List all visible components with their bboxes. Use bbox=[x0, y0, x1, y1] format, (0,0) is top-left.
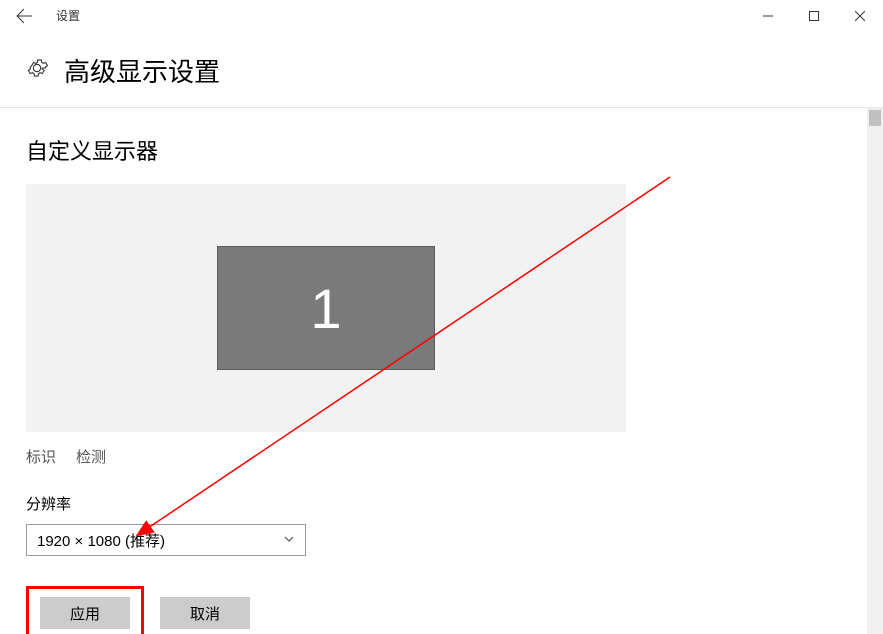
chevron-down-icon bbox=[283, 532, 295, 549]
section-title: 自定义显示器 bbox=[26, 134, 857, 166]
apply-button[interactable]: 应用 bbox=[40, 597, 130, 629]
maximize-button[interactable] bbox=[791, 0, 837, 32]
detect-link[interactable]: 检测 bbox=[76, 446, 106, 467]
resolution-select[interactable]: 1920 × 1080 (推荐) bbox=[26, 524, 306, 556]
scrollbar-track[interactable] bbox=[867, 108, 883, 634]
page-header: 高级显示设置 bbox=[0, 32, 883, 107]
monitor-tile[interactable]: 1 bbox=[217, 246, 435, 370]
back-button[interactable] bbox=[0, 0, 48, 32]
scrollbar-thumb[interactable] bbox=[869, 110, 881, 126]
resolution-label: 分辨率 bbox=[26, 493, 857, 514]
app-title: 设置 bbox=[56, 7, 80, 24]
monitor-number: 1 bbox=[310, 276, 341, 341]
cancel-button[interactable]: 取消 bbox=[160, 597, 250, 629]
button-row: 应用 取消 bbox=[26, 586, 857, 634]
gear-icon bbox=[26, 57, 48, 84]
back-arrow-icon bbox=[16, 8, 32, 24]
page-title: 高级显示设置 bbox=[64, 52, 220, 89]
minimize-button[interactable] bbox=[745, 0, 791, 32]
content-area: 自定义显示器 1 标识 检测 分辨率 1920 × 1080 (推荐) 应用 取… bbox=[0, 108, 883, 634]
identify-link[interactable]: 标识 bbox=[26, 446, 56, 467]
close-button[interactable] bbox=[837, 0, 883, 32]
apply-highlight: 应用 bbox=[26, 586, 144, 634]
minimize-icon bbox=[763, 11, 773, 21]
window-controls bbox=[745, 0, 883, 32]
resolution-value: 1920 × 1080 (推荐) bbox=[37, 530, 165, 551]
titlebar: 设置 bbox=[0, 0, 883, 32]
display-links: 标识 检测 bbox=[26, 446, 857, 467]
close-icon bbox=[855, 11, 865, 21]
maximize-icon bbox=[809, 11, 819, 21]
display-preview[interactable]: 1 bbox=[26, 184, 626, 432]
